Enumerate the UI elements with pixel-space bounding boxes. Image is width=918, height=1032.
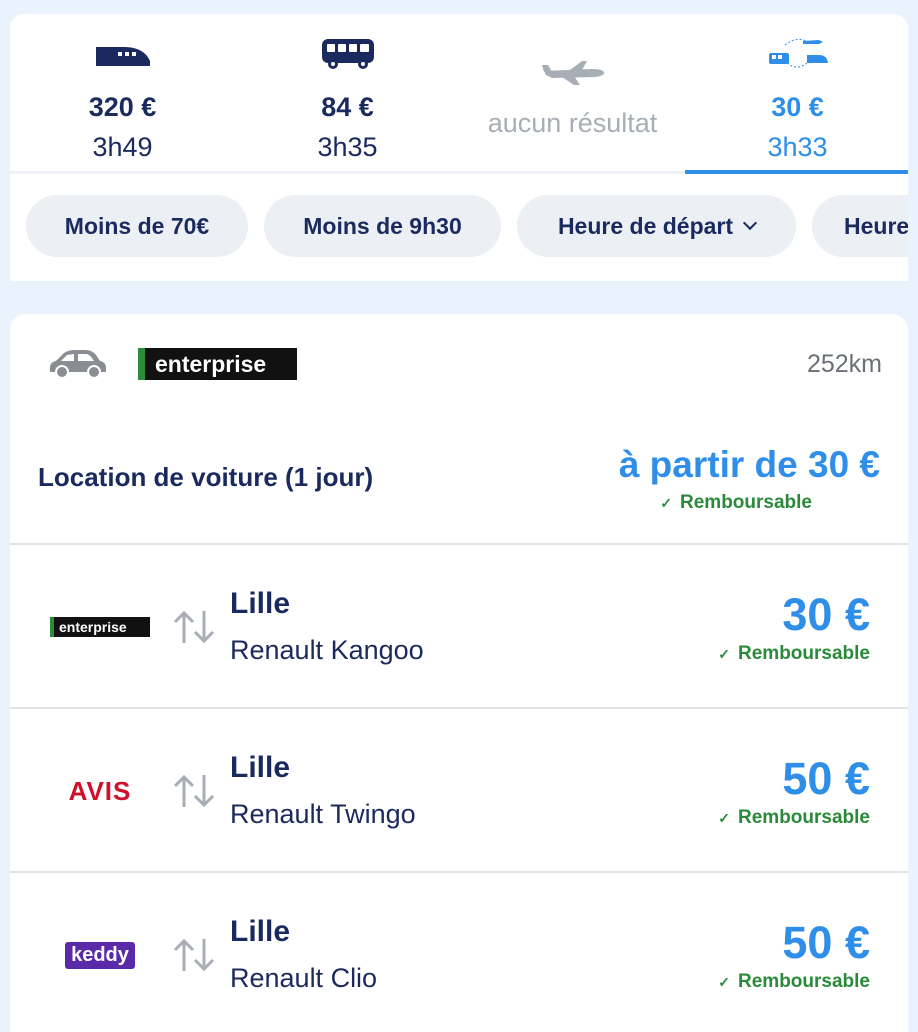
train-icon — [10, 36, 235, 72]
pickup-city: Lille — [230, 915, 291, 948]
train-duration: 3h49 — [92, 132, 153, 162]
rental-title: Location de voiture (1 jour) — [38, 462, 374, 492]
offer-row[interactable]: keddy Lille Renault Clio 50 € ✓ Remboursa… — [10, 873, 908, 1032]
bus-icon — [235, 36, 460, 72]
bus-price: 84 € — [321, 92, 374, 122]
active-tab-indicator — [685, 170, 908, 174]
offer-price: 50 € — [782, 753, 870, 804]
pickup-city: Lille — [230, 751, 291, 784]
filter-departure-label: Heure de départ — [557, 212, 734, 239]
from-price: à partir de 30 € — [618, 444, 880, 485]
swap-arrows-icon — [172, 937, 216, 973]
filter-under-70[interactable]: Moins de 70€ — [26, 195, 248, 257]
multimodal-price: 30 € — [771, 92, 824, 122]
offer-price: 30 € — [782, 589, 870, 640]
tab-bus[interactable]: 84 € 3h35 — [235, 14, 460, 174]
offer-price: 50 € — [782, 917, 870, 968]
keddy-logo: keddy — [50, 935, 150, 975]
transport-mode-panel: 320 € 3h49 84 € 3h35 aucun résultat 30 €… — [10, 14, 908, 281]
check-icon: ✓ — [718, 810, 731, 826]
offer-row[interactable]: enterprise Lille Renault Kangoo 30 € ✓ Re… — [10, 545, 908, 707]
car-model: Renault Clio — [230, 963, 378, 993]
refund-badge: ✓ Remboursable — [718, 971, 870, 992]
tab-plane[interactable]: aucun résultat — [460, 14, 685, 174]
plane-no-result: aucun résultat — [487, 108, 658, 138]
filter-under-9h30[interactable]: Moins de 9h30 — [264, 195, 501, 257]
filter-departure-time[interactable]: Heure de départ — [517, 195, 796, 257]
tab-train[interactable]: 320 € 3h49 — [10, 14, 235, 174]
avis-logo: AVIS — [68, 775, 132, 806]
tab-multimodal[interactable]: 30 € 3h33 — [685, 14, 908, 174]
check-icon: ✓ — [718, 974, 731, 990]
chevron-down-icon — [742, 215, 758, 231]
swap-arrows-icon — [172, 609, 216, 645]
train-price: 320 € — [88, 92, 157, 122]
check-icon: ✓ — [718, 646, 731, 662]
mode-tabs: 320 € 3h49 84 € 3h35 aucun résultat 30 €… — [10, 14, 908, 174]
refund-badge: ✓ Remboursable — [660, 492, 812, 513]
swap-arrows-icon — [172, 773, 216, 809]
bus-duration: 3h35 — [317, 132, 378, 162]
refund-badge: ✓ Remboursable — [718, 643, 870, 664]
car-model: Renault Kangoo — [230, 635, 424, 665]
enterprise-logo: enterprise — [50, 607, 150, 647]
offer-row[interactable]: AVIS Lille Renault Twingo 50 € ✓ Rembours… — [10, 709, 908, 871]
car-rental-card[interactable]: enterprise 252km Location de voiture (1 … — [10, 314, 908, 1032]
distance: 252km — [806, 350, 882, 378]
refund-badge: ✓ Remboursable — [718, 807, 870, 828]
filter-arrival-time[interactable]: Heure — [812, 195, 908, 257]
enterprise-logo: enterprise — [138, 348, 297, 380]
pickup-city: Lille — [230, 587, 291, 620]
multimodal-icon — [685, 36, 908, 72]
car-model: Renault Twingo — [230, 799, 416, 829]
plane-icon — [460, 54, 685, 90]
multimodal-duration: 3h33 — [767, 132, 828, 162]
car-icon — [46, 346, 108, 380]
check-icon: ✓ — [660, 495, 673, 511]
